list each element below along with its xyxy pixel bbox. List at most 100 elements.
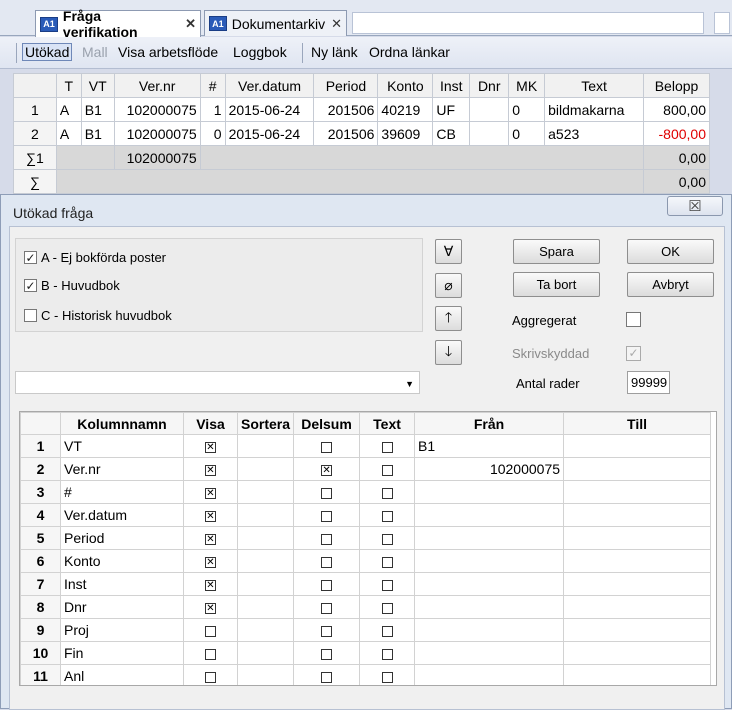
checkbox-checked-icon[interactable]: ✕ (205, 579, 216, 591)
cell-konto[interactable]: 39609 (377, 121, 434, 146)
table-row[interactable]: 2 Ver.nr ✕ ✕ 102000075 (20, 457, 712, 481)
cell-kolumnnamn[interactable]: Proj (60, 618, 184, 642)
table-row[interactable]: 11 Anl (20, 664, 712, 685)
column-header[interactable]: Ver.datum (224, 73, 315, 98)
checkbox-unchecked-icon[interactable] (321, 487, 333, 499)
cell-delsum[interactable] (293, 664, 361, 685)
cell-text[interactable] (359, 457, 416, 481)
cell-verdatum[interactable]: 2015-06-24 (224, 121, 315, 146)
move-down-button[interactable]: 🡓 (435, 340, 462, 365)
checkbox-unchecked-icon[interactable] (205, 671, 216, 683)
column-header[interactable]: Kolumnnamn (60, 412, 184, 435)
column-header[interactable]: Delsum (293, 412, 361, 435)
column-header[interactable]: # (199, 73, 226, 98)
checkbox-unchecked-icon[interactable] (24, 309, 37, 322)
checkbox-unchecked-icon[interactable] (321, 625, 333, 637)
checkbox-unchecked-icon[interactable] (321, 556, 333, 568)
checkbox-unchecked-icon[interactable] (381, 648, 393, 660)
row-number[interactable]: 5 (20, 526, 61, 550)
column-header[interactable]: Inst (432, 73, 471, 98)
checkbox-unchecked-icon[interactable] (321, 533, 333, 545)
cell-sortera[interactable] (236, 641, 295, 665)
column-header[interactable]: Dnr (469, 73, 510, 98)
select-none-button[interactable]: ⌀ (435, 273, 462, 298)
cell-sortera[interactable] (236, 595, 295, 619)
cell-kolumnnamn[interactable]: Ver.nr (60, 457, 184, 481)
cell-kolumnnamn[interactable]: VT (60, 434, 184, 458)
cell-vernr[interactable]: 102000075 (113, 121, 201, 146)
checkbox-unchecked-icon[interactable] (205, 625, 216, 637)
table-row[interactable]: 3 # ✕ (20, 480, 712, 504)
cell-text[interactable] (359, 526, 416, 550)
checkbox-checked-icon[interactable]: ✕ (205, 533, 216, 545)
row-number[interactable]: 9 (20, 618, 61, 642)
checkbox-checked-icon[interactable]: ✕ (205, 602, 216, 614)
checkbox-unchecked-icon[interactable] (381, 625, 393, 637)
cell-visa[interactable]: ✕ (183, 572, 238, 596)
saved-query-select[interactable]: ▼ (15, 371, 420, 394)
source-option-a[interactable]: ✓ A - Ej bokförda poster (24, 250, 166, 265)
close-icon[interactable]: ✕ (331, 16, 342, 32)
table-row[interactable]: 4 Ver.datum ✕ (20, 503, 712, 527)
row-number[interactable]: 10 (20, 641, 61, 665)
cell-period[interactable]: 201506 (313, 121, 379, 146)
cell-sortera[interactable] (236, 664, 295, 685)
cell-delsum[interactable] (293, 595, 361, 619)
cell-period[interactable]: 201506 (313, 97, 379, 122)
cell-fran[interactable] (414, 664, 565, 685)
checkbox-checked-icon[interactable]: ✕ (205, 464, 216, 476)
close-icon[interactable]: ✕ (185, 16, 196, 32)
checkbox-checked-icon[interactable]: ✕ (321, 464, 333, 476)
cell-till[interactable] (563, 480, 712, 504)
ok-button[interactable]: OK (627, 239, 714, 264)
cell-visa[interactable]: ✕ (183, 457, 238, 481)
cell-text[interactable] (359, 618, 416, 642)
column-header[interactable]: Text (544, 73, 644, 98)
cell-fran[interactable] (414, 480, 565, 504)
row-number[interactable]: 3 (20, 480, 61, 504)
checkbox-unchecked-icon[interactable] (321, 579, 333, 591)
cell-kolumnnamn[interactable]: Period (60, 526, 184, 550)
row-number[interactable]: 2 (20, 457, 61, 481)
tab-strip-scroll[interactable] (714, 12, 730, 34)
cell-fran[interactable] (414, 549, 565, 573)
cell-belopp[interactable]: 800,00 (643, 97, 710, 122)
column-header[interactable]: Text (359, 412, 416, 435)
cell-t[interactable]: A (55, 97, 82, 122)
cell-sortera[interactable] (236, 618, 295, 642)
checkbox-unchecked-icon[interactable] (381, 533, 393, 545)
column-header[interactable]: Visa (183, 412, 238, 435)
ordna-lankar-button[interactable]: Ordna länkar (369, 44, 450, 60)
column-header[interactable]: Sortera (236, 412, 295, 435)
column-header[interactable]: Ver.nr (113, 73, 201, 98)
cell-vernr[interactable]: 102000075 (113, 97, 201, 122)
table-row[interactable]: 1 VT ✕ B1 (20, 434, 712, 458)
table-row[interactable]: 2 A B1 102000075 0 2015-06-24 201506 396… (13, 121, 710, 146)
checkbox-unchecked-icon[interactable] (321, 648, 333, 660)
cell-sortera[interactable] (236, 549, 295, 573)
table-row[interactable]: 8 Dnr ✕ (20, 595, 712, 619)
cell-mk[interactable]: 0 (508, 97, 546, 122)
cell-visa[interactable]: ✕ (183, 503, 238, 527)
checkbox-unchecked-icon[interactable] (205, 648, 216, 660)
cell-sortera[interactable] (236, 480, 295, 504)
cell-kolumnnamn[interactable]: Dnr (60, 595, 184, 619)
cell-kolumnnamn[interactable]: Inst (60, 572, 184, 596)
checkbox-unchecked-icon[interactable] (321, 602, 333, 614)
cell-till[interactable] (563, 572, 712, 596)
cell-delsum[interactable] (293, 618, 361, 642)
cell-sortera[interactable] (236, 457, 295, 481)
table-row[interactable]: 7 Inst ✕ (20, 572, 712, 596)
checkbox-checked-icon[interactable]: ✕ (205, 441, 216, 453)
cell-fran[interactable] (414, 595, 565, 619)
cell-konto[interactable]: 40219 (377, 97, 434, 122)
spara-button[interactable]: Spara (513, 239, 600, 264)
checkbox-unchecked-icon[interactable] (381, 441, 393, 453)
row-number[interactable]: 1 (20, 434, 61, 458)
checkbox-checked-icon[interactable]: ✕ (205, 556, 216, 568)
cell-text[interactable]: bildmakarna (544, 97, 644, 122)
cell-sortera[interactable] (236, 434, 295, 458)
checkbox-unchecked-icon[interactable] (321, 510, 333, 522)
cell-text[interactable]: a523 (544, 121, 644, 146)
cell-delsum[interactable] (293, 641, 361, 665)
